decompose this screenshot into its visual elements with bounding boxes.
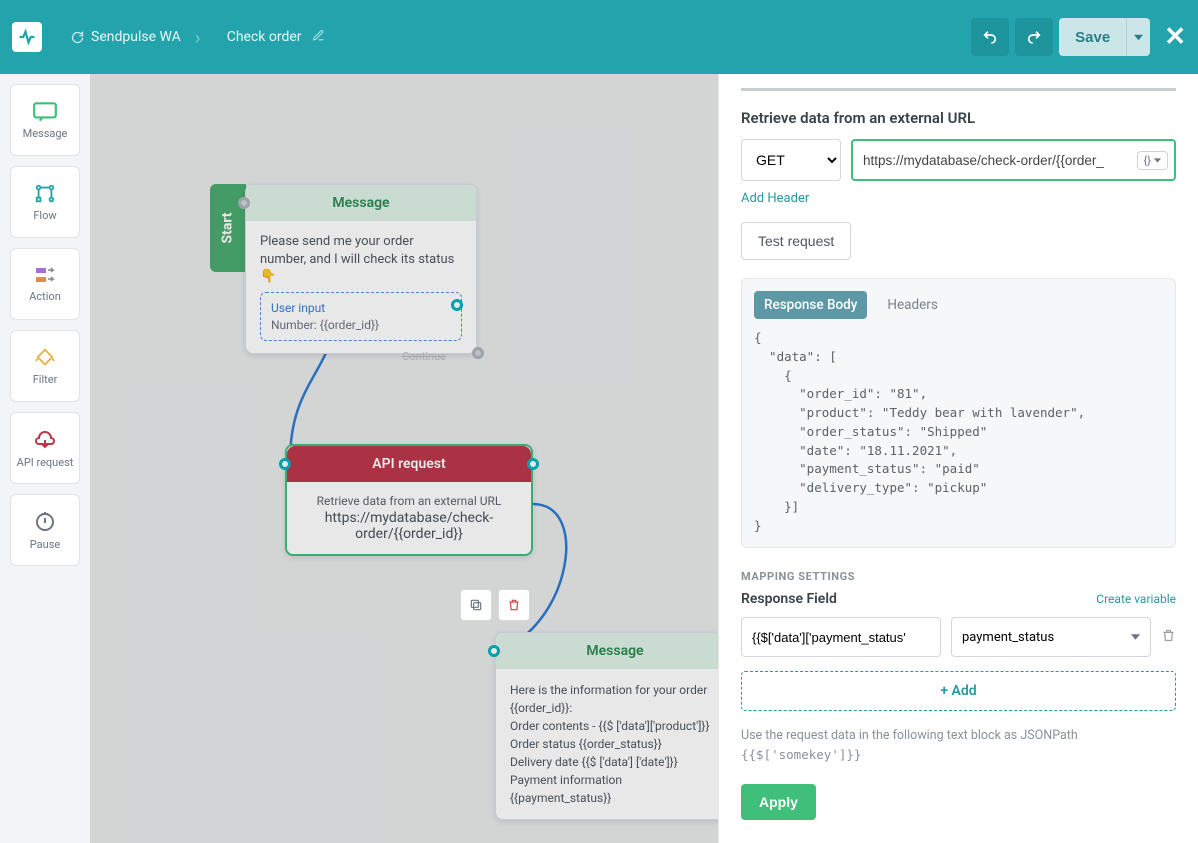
breadcrumb-chevron-icon: ›: [195, 26, 213, 49]
undo-button[interactable]: [971, 18, 1009, 56]
tool-label: Message: [23, 127, 68, 140]
node-message-1[interactable]: Message Please send me your order number…: [245, 184, 477, 354]
tool-message[interactable]: Message: [10, 84, 80, 156]
delete-button[interactable]: [498, 589, 530, 621]
tool-label: Flow: [33, 209, 56, 222]
user-input-block[interactable]: User input Number: {{order_id}}: [260, 292, 462, 341]
tool-pause[interactable]: Pause: [10, 494, 80, 566]
node-api-desc: Retrieve data from an external URL: [301, 494, 517, 508]
insert-variable-button[interactable]: {}: [1137, 151, 1168, 170]
node-header: API request: [287, 446, 531, 482]
tool-label: Filter: [33, 373, 58, 386]
properties-panel: Retrieve data from an external URL GET {…: [718, 74, 1198, 843]
continue-ghost-label: Continue: [402, 350, 446, 363]
start-label: Start: [220, 212, 236, 243]
tool-flow[interactable]: Flow: [10, 166, 80, 238]
flow-canvas[interactable]: Start Message Please send me your order …: [90, 74, 718, 843]
breadcrumb-flow-label: Check order: [227, 29, 302, 45]
node-body-text: Here is the information for your order {…: [510, 681, 718, 807]
tab-headers[interactable]: Headers: [877, 291, 947, 319]
node-port-out[interactable]: [527, 458, 539, 470]
node-message-2[interactable]: Message Here is the information for your…: [495, 632, 718, 820]
response-body-text: { "data": [ { "order_id": "81", "product…: [754, 329, 1163, 535]
mapping-section-header: MAPPING SETTINGS: [741, 570, 1176, 583]
app-logo: [12, 22, 42, 52]
user-input-title: User input: [271, 301, 451, 315]
jsonpath-hint: Use the request data in the following te…: [741, 727, 1176, 766]
tab-response-body[interactable]: Response Body: [754, 291, 867, 319]
tool-label: Action: [29, 290, 61, 303]
save-button[interactable]: Save: [1059, 18, 1126, 56]
mapping-select-value: payment_status: [962, 630, 1054, 645]
apply-button[interactable]: Apply: [741, 784, 816, 820]
response-box: Response Body Headers { "data": [ { "ord…: [741, 278, 1176, 548]
breadcrumb-flow[interactable]: Check order: [213, 17, 339, 57]
create-variable-link[interactable]: Create variable: [1096, 592, 1176, 606]
panel-title: Retrieve data from an external URL: [741, 109, 1176, 127]
http-method-select[interactable]: GET: [741, 139, 841, 181]
node-header: Message: [246, 185, 476, 221]
response-field-label: Response Field: [741, 591, 837, 607]
trash-icon[interactable]: [1161, 628, 1176, 647]
flow-icon: [32, 183, 58, 205]
api-icon: [32, 428, 58, 452]
copy-button[interactable]: [460, 589, 492, 621]
add-header-link[interactable]: Add Header: [741, 191, 809, 206]
node-port-out[interactable]: [451, 299, 463, 311]
tool-label: API request: [17, 456, 74, 469]
node-api-request[interactable]: API request Retrieve data from an extern…: [285, 444, 533, 556]
tool-action[interactable]: Action: [10, 248, 80, 320]
top-header: Sendpulse WA › Check order Save ✕: [0, 0, 1198, 74]
filter-icon: [32, 347, 58, 369]
url-input-wrapper: {}: [851, 139, 1176, 181]
node-port-in[interactable]: [238, 197, 250, 209]
node-port-in[interactable]: [488, 645, 500, 657]
node-header: Message: [496, 633, 718, 669]
node-api-url: https://mydatabase/check-order/{{order_i…: [301, 510, 517, 542]
tool-api-request[interactable]: API request: [10, 412, 80, 484]
redo-button[interactable]: [1015, 18, 1053, 56]
url-input[interactable]: [863, 153, 1137, 168]
node-text: Please send me your order number, and I …: [260, 233, 462, 269]
close-icon[interactable]: ✕: [1164, 22, 1186, 52]
message-icon: [32, 101, 58, 123]
add-mapping-button[interactable]: + Add: [741, 671, 1176, 711]
mapping-variable-select[interactable]: payment_status: [951, 617, 1151, 657]
tool-filter[interactable]: Filter: [10, 330, 80, 402]
breadcrumb-app-label: Sendpulse WA: [91, 29, 181, 45]
mapping-path-input[interactable]: [741, 617, 941, 657]
test-request-button[interactable]: Test request: [741, 222, 851, 260]
node-toolbar: [460, 589, 530, 621]
pencil-icon[interactable]: [312, 29, 325, 46]
toolbox-sidebar: Message Flow Action Filter API request P…: [0, 74, 90, 843]
pause-icon: [33, 510, 57, 534]
user-input-value: Number: {{order_id}}: [271, 318, 451, 332]
node-port-in[interactable]: [279, 458, 291, 470]
breadcrumb-app[interactable]: Sendpulse WA: [56, 17, 195, 57]
tool-label: Pause: [30, 538, 60, 551]
save-dropdown-button[interactable]: [1126, 18, 1150, 56]
action-icon: [32, 266, 58, 286]
hand-icon: 👇: [260, 269, 462, 284]
